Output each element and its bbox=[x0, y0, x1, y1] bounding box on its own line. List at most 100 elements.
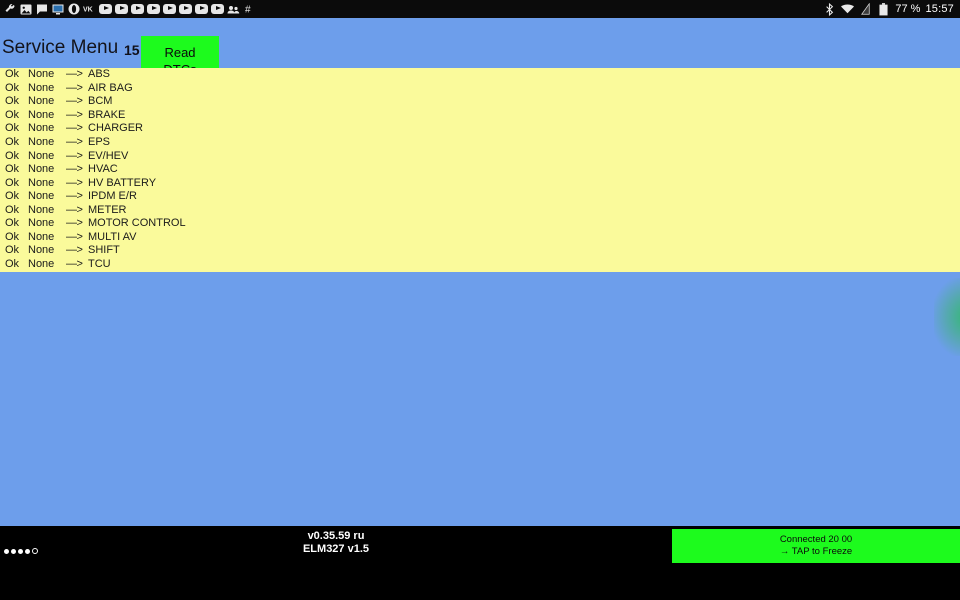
dtc-module-name: IPDM E/R bbox=[88, 190, 137, 203]
dtc-module-name: MULTI AV bbox=[88, 230, 137, 243]
dtc-arrow: —> bbox=[66, 68, 83, 81]
adapter-version-label: ELM327 v1.5 bbox=[302, 543, 370, 555]
dtc-code-count: None bbox=[28, 108, 55, 121]
empty-content-area bbox=[0, 272, 960, 522]
dtc-row[interactable]: Ok None —> AIR BAG bbox=[0, 82, 960, 96]
dtc-module-name: ABS bbox=[88, 68, 111, 81]
dtc-module-name: EV/HEV bbox=[88, 149, 129, 162]
dtc-status: Ok bbox=[5, 163, 20, 176]
dtc-row[interactable]: Ok None —> IPDM E/R bbox=[0, 190, 960, 204]
dtc-status: Ok bbox=[5, 176, 20, 189]
dtc-module-name: AIR BAG bbox=[88, 81, 133, 94]
dtc-status: Ok bbox=[5, 217, 20, 230]
dtc-status: Ok bbox=[5, 122, 20, 135]
battery-percent-label: 77 % bbox=[895, 3, 921, 15]
dtc-code-count: None bbox=[28, 190, 55, 203]
dtc-arrow: —> bbox=[66, 217, 83, 230]
svg-text:#: # bbox=[245, 5, 251, 16]
dtc-code-count: None bbox=[28, 81, 55, 94]
dtc-module-name: CHARGER bbox=[88, 122, 144, 135]
dtc-arrow: —> bbox=[66, 108, 83, 121]
dtc-code-count: None bbox=[28, 95, 55, 108]
connection-status-label: Connected 20 00 bbox=[779, 534, 853, 545]
dtc-arrow: —> bbox=[66, 176, 83, 189]
dtc-row[interactable]: Ok None —> ABS bbox=[0, 68, 960, 82]
dtc-code-count: None bbox=[28, 136, 55, 148]
dtc-status: Ok bbox=[5, 108, 20, 121]
dtc-arrow: —> bbox=[66, 81, 83, 94]
chat-bubble-icon bbox=[35, 3, 48, 16]
dtc-code-count: None bbox=[28, 244, 55, 257]
dtc-row[interactable]: Ok None —> EV/HEV bbox=[0, 149, 960, 163]
dtc-row[interactable]: Ok None —> EPS bbox=[0, 136, 960, 150]
dtc-code-count: None bbox=[28, 217, 55, 230]
dtc-status: Ok bbox=[5, 68, 20, 81]
read-dtcs-button-line1: Read bbox=[164, 45, 196, 60]
youtube-icon-4 bbox=[147, 3, 160, 16]
wrench-icon bbox=[3, 3, 16, 16]
dtc-code-count: None bbox=[28, 230, 55, 243]
contacts-icon bbox=[227, 3, 240, 16]
dtc-row[interactable]: Ok None —> CHARGER bbox=[0, 122, 960, 136]
dtc-row[interactable]: Ok None —> METER bbox=[0, 203, 960, 217]
module-count-label: 15 bbox=[124, 42, 140, 58]
youtube-icon-8 bbox=[211, 3, 224, 16]
opera-icon bbox=[67, 3, 80, 16]
freeze-hint-label: → TAP to Freeze bbox=[779, 546, 853, 557]
clock-label: 15:57 bbox=[925, 3, 954, 15]
screen-icon bbox=[51, 3, 64, 16]
dtc-code-count: None bbox=[28, 122, 55, 135]
dtc-row[interactable]: Ok None —> TCU bbox=[0, 258, 960, 272]
dtc-row[interactable]: Ok None —> BCM bbox=[0, 95, 960, 109]
dtc-status: Ok bbox=[5, 190, 20, 203]
dtc-module-name: BRAKE bbox=[88, 108, 126, 121]
dtc-module-name: SHIFT bbox=[88, 244, 120, 257]
version-block: v0.35.59 ru ELM327 v1.5 bbox=[0, 530, 672, 556]
dtc-arrow: —> bbox=[66, 190, 83, 203]
dtc-row[interactable]: Ok None —> MULTI AV bbox=[0, 231, 960, 245]
youtube-icon-6 bbox=[179, 3, 192, 16]
bluetooth-icon bbox=[823, 2, 836, 16]
dtc-status: Ok bbox=[5, 149, 20, 162]
android-nav-bar bbox=[0, 566, 960, 600]
dtc-row[interactable]: Ok None —> SHIFT bbox=[0, 244, 960, 258]
android-status-bar: VK # 77 % 15:57 bbox=[0, 0, 960, 18]
dtc-arrow: —> bbox=[66, 230, 83, 243]
dtc-status: Ok bbox=[5, 81, 20, 94]
dtc-status: Ok bbox=[5, 95, 20, 108]
svg-text:VK: VK bbox=[83, 7, 93, 14]
hash-icon: # bbox=[243, 3, 256, 16]
dtc-module-name: HVAC bbox=[88, 163, 118, 176]
dtc-status: Ok bbox=[5, 230, 20, 243]
dtc-module-name: HV BATTERY bbox=[88, 176, 157, 189]
dtc-module-name: EPS bbox=[88, 136, 111, 148]
connection-status-button[interactable]: Connected 20 00 → TAP to Freeze bbox=[672, 529, 960, 563]
dtc-code-count: None bbox=[28, 163, 55, 176]
youtube-icon-7 bbox=[195, 3, 208, 16]
dtc-arrow: —> bbox=[66, 136, 83, 148]
dtc-row[interactable]: Ok None —> MOTOR CONTROL bbox=[0, 217, 960, 231]
status-bar-system-icons: 77 % 15:57 bbox=[823, 2, 960, 16]
youtube-icon-2 bbox=[115, 3, 128, 16]
dtc-arrow: —> bbox=[66, 163, 83, 176]
dtc-code-count: None bbox=[28, 149, 55, 162]
dtc-row[interactable]: Ok None —> HV BATTERY bbox=[0, 176, 960, 190]
dtc-arrow: —> bbox=[66, 149, 83, 162]
battery-icon bbox=[877, 2, 890, 16]
dtc-arrow: —> bbox=[66, 122, 83, 135]
dtc-status: Ok bbox=[5, 203, 20, 216]
dtc-module-name: TCU bbox=[88, 257, 111, 270]
image-icon bbox=[19, 3, 32, 16]
dtc-arrow: —> bbox=[66, 244, 83, 257]
dtc-code-count: None bbox=[28, 257, 55, 270]
youtube-icon-5 bbox=[163, 3, 176, 16]
dtc-row[interactable]: Ok None —> HVAC bbox=[0, 163, 960, 177]
dtc-module-name: MOTOR CONTROL bbox=[88, 217, 186, 230]
page-title: Service Menu bbox=[2, 37, 119, 58]
dtc-status: Ok bbox=[5, 244, 20, 257]
dtc-row[interactable]: Ok None —> BRAKE bbox=[0, 109, 960, 123]
dtc-module-name: METER bbox=[88, 203, 127, 216]
dtc-module-list[interactable]: Ok None —> ABS Ok None —> AIR BAG Ok None —> BCM Ok N… bbox=[0, 68, 960, 272]
signal-icon bbox=[859, 3, 872, 16]
wifi-icon bbox=[841, 3, 855, 16]
